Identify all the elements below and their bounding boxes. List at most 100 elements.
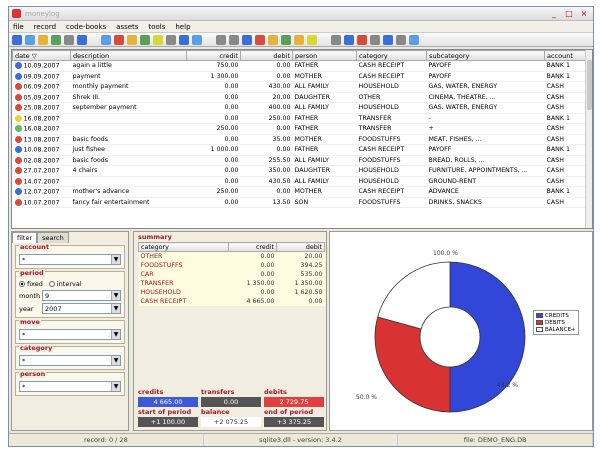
summary-row[interactable]: FOODSTUFFS 0.00 394.25 (138, 260, 325, 270)
toolbar-icon-8[interactable] (127, 34, 137, 45)
maximize-button[interactable]: □ (563, 9, 575, 19)
table-row[interactable]: 16.08.2007 250.00 0.00 FATHER TRANSFER + CASH (12, 123, 589, 135)
record-type-icon (14, 198, 22, 206)
summary-row[interactable]: TRANSFER 1 350.00 1 350.00 (138, 278, 325, 288)
account-select[interactable]: * ▼ (19, 254, 121, 265)
sum-col-debit[interactable]: debit (276, 242, 325, 252)
records-grid[interactable]: date ▽ description credit debit person c… (11, 49, 593, 229)
toolbar-icon-14[interactable] (216, 34, 226, 45)
cell-category: HOUSEHOLD (356, 176, 427, 187)
tab-filter[interactable]: filter (12, 232, 38, 243)
table-row[interactable]: 02.08.2007 basic foods 0.00 255.50 ALL FAMIL… (12, 155, 589, 166)
move-select[interactable]: * ▼ (19, 329, 121, 340)
toolbar-icon-16[interactable] (242, 34, 252, 45)
toolbar-icon-24[interactable] (357, 34, 367, 45)
table-row[interactable]: 27.07.2007 4 chairs 0.00 350.00 DAUGHTER HOUS… (12, 165, 589, 177)
year-select[interactable]: 2007 ▼ (42, 303, 121, 314)
grid-scroll-thumb[interactable] (587, 60, 592, 110)
col-category[interactable]: category (356, 50, 427, 61)
sum-col-credit[interactable]: credit (228, 242, 277, 252)
toolbar-icon-26[interactable] (383, 34, 393, 45)
minimize-button[interactable]: _ (548, 9, 560, 19)
table-row[interactable]: 10.08.2007 just fishee 1 000.00 0.00 FATHER C… (12, 144, 589, 156)
person-select[interactable]: * ▼ (19, 381, 121, 392)
toolbar-icon-22[interactable] (331, 34, 341, 45)
close-button[interactable]: × (578, 9, 590, 19)
toolbar-icon-28[interactable] (409, 34, 419, 45)
col-person[interactable]: person (292, 50, 357, 61)
cell-debit: 35.00 (240, 134, 293, 145)
period-interval-radio[interactable]: interval (48, 280, 82, 288)
menu-code-books[interactable]: code-books (66, 23, 106, 31)
chevron-down-icon[interactable]: ▼ (111, 291, 120, 300)
table-row[interactable]: 25.08.2007 september payment 0.00 400.00 ALL… (12, 102, 589, 114)
table-row[interactable]: 16.08.2007 0.00 250.00 FATHER TRANSFER - BANK … (12, 113, 589, 124)
move-group: move * ▼ (15, 318, 125, 344)
toolbar-icon-25[interactable] (370, 34, 380, 45)
menu-assets[interactable]: assets (116, 23, 138, 31)
pie-slice-balance[interactable] (377, 261, 451, 330)
toolbar-icon-3[interactable] (51, 34, 61, 45)
table-row[interactable]: 06.09.2007 monthly payment 0.00 430.00 ALL F… (12, 81, 589, 93)
toolbar-icon-6[interactable] (101, 34, 111, 45)
move-label: move (19, 318, 41, 326)
balance-value: +2 075.25 (201, 417, 261, 427)
pie-slice-debits[interactable] (374, 316, 451, 413)
toolbar-icon-11[interactable] (166, 34, 176, 45)
col-subcategory[interactable]: subcategory (426, 50, 545, 61)
chevron-down-icon[interactable]: ▼ (111, 330, 120, 339)
table-row[interactable]: 10.09.2007 again a little 750.00 0.00 FATHER… (12, 60, 589, 72)
toolbar-icon-21[interactable] (307, 34, 317, 45)
menu-help[interactable]: help (175, 23, 190, 31)
col-description[interactable]: description (70, 50, 187, 61)
table-row[interactable]: 12.07.2007 mother's advance 250.00 0.00 MOTH… (12, 186, 589, 198)
toolbar-icon-12[interactable] (179, 34, 189, 45)
toolbar-icon-23[interactable] (344, 34, 354, 45)
chevron-down-icon[interactable]: ▼ (111, 304, 120, 313)
grid-scrollbar[interactable] (585, 50, 592, 228)
toolbar-icon-27[interactable] (396, 34, 406, 45)
sum-col-category[interactable]: category (138, 242, 229, 252)
table-row[interactable]: 09.09.2007 payment 1 300.00 0.00 MOTHER CASH … (12, 71, 589, 82)
summary-row[interactable]: HOUSEHOLD 0.00 1 620.50 (138, 287, 325, 297)
col-account[interactable]: account (544, 50, 589, 61)
toolbar-icon-19[interactable] (281, 34, 291, 45)
table-row[interactable]: 05.09.2007 Shrek III. 0.00 20.00 DAUGHTER OTH… (12, 92, 589, 103)
month-select[interactable]: 9 ▼ (42, 290, 121, 301)
summary-row[interactable]: CASH RECEIPT 4 665.00 0.00 (138, 296, 325, 306)
toolbar-icon-2[interactable] (38, 34, 48, 45)
chevron-down-icon[interactable]: ▼ (111, 356, 120, 365)
table-row[interactable]: 13.08.2007 basic foods 0.00 35.00 MOTHER FOOD… (12, 134, 589, 145)
period-fixed-radio[interactable]: fixed (19, 280, 43, 288)
menu-file[interactable]: file (13, 23, 24, 31)
toolbar-icon-7[interactable] (114, 34, 124, 45)
menu-record[interactable]: record (34, 23, 56, 31)
toolbar-icon-13[interactable] (192, 34, 202, 45)
summary-row[interactable]: CAR 0.00 535.00 (138, 269, 325, 279)
cell-credit: 0.00 (186, 197, 241, 208)
col-credit[interactable]: credit (186, 50, 241, 61)
col-date[interactable]: date ▽ (12, 50, 71, 61)
chevron-down-icon[interactable]: ▼ (111, 255, 120, 264)
toolbar-icon-9[interactable] (140, 34, 150, 45)
chevron-down-icon[interactable]: ▼ (111, 382, 120, 391)
table-row[interactable]: 10.07.2007 fancy fair entertainment 0.00 13… (12, 197, 589, 208)
toolbar-icon-15[interactable] (229, 34, 239, 45)
transfers-label: transfers (201, 388, 235, 396)
toolbar-icon-5[interactable] (77, 34, 87, 45)
toolbar-icon-17[interactable] (255, 34, 265, 45)
toolbar-icon-1[interactable] (25, 34, 35, 45)
tab-search[interactable]: search (37, 232, 69, 243)
toolbar-icon-10[interactable] (153, 34, 163, 45)
table-row[interactable]: 14.07.2007 0.00 430.50 ALL FAMILY HOUSEHOLD G… (12, 176, 589, 187)
toolbar-icon-20[interactable] (294, 34, 304, 45)
toolbar-icon-4[interactable] (64, 34, 74, 45)
pie-slice-credits[interactable] (449, 261, 526, 413)
col-debit[interactable]: debit (240, 50, 293, 61)
cell-person: FATHER (292, 123, 357, 135)
toolbar-icon-18[interactable] (268, 34, 278, 45)
category-select[interactable]: * ▼ (19, 355, 121, 366)
menu-tools[interactable]: tools (148, 23, 165, 31)
toolbar-icon-0[interactable] (12, 34, 22, 45)
summary-row[interactable]: OTHER 0.00 20.00 (138, 251, 325, 261)
